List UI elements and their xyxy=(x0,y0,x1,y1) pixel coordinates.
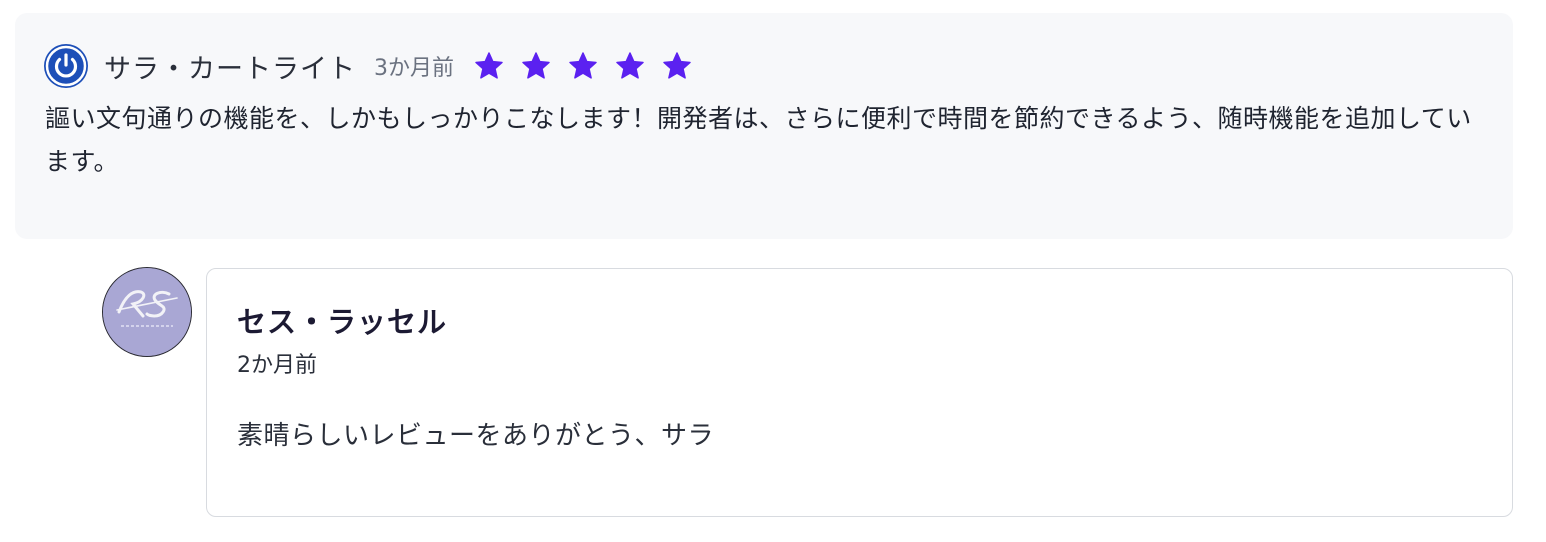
power-icon xyxy=(45,45,87,87)
star-icon xyxy=(475,52,503,79)
star-icon xyxy=(569,52,597,79)
reply-card: セス・ラッセル 2か月前 素晴らしいレビューをありがとう、サラ xyxy=(206,268,1513,517)
reviewer-name: サラ・カートライト xyxy=(104,53,356,85)
star-icon xyxy=(663,52,691,79)
reply-author-name: セス・ラッセル xyxy=(237,305,448,339)
reply-time: 2か月前 xyxy=(237,353,317,378)
review-card: サラ・カートライト 3か月前 謳い文句通りの機能を、しかもしっかりこなします！開… xyxy=(15,13,1513,239)
rs-logo xyxy=(103,268,191,356)
star-rating xyxy=(474,51,709,81)
review-header: サラ・カートライト 3か月前 xyxy=(44,44,709,88)
review-text: 謳い文句通りの機能を、しかもしっかりこなします！開発者は、さらに便利で時間を節約… xyxy=(45,104,1472,176)
reply-avatar xyxy=(102,267,192,357)
review-time: 3か月前 xyxy=(374,56,454,81)
reply-text: 素晴らしいレビューをありがとう、サラ xyxy=(237,421,715,451)
star-icon xyxy=(522,52,550,79)
reviewer-avatar xyxy=(44,44,88,88)
star-icon xyxy=(616,52,644,79)
